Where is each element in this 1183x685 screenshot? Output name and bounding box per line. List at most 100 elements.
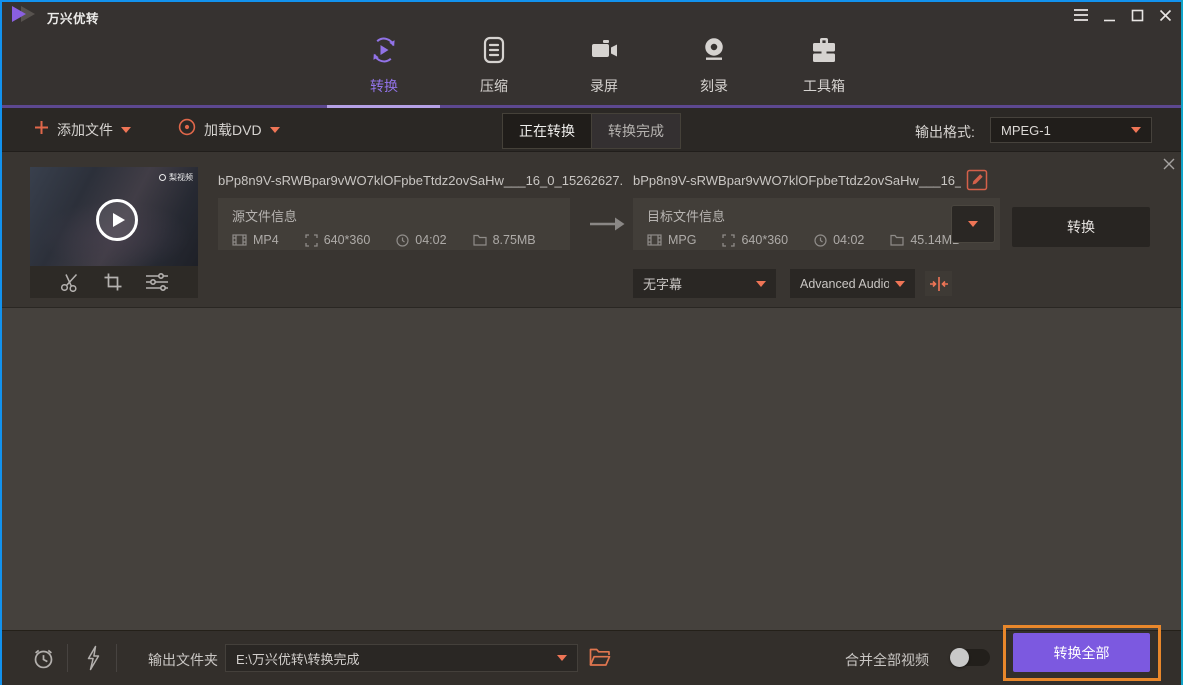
- target-size: 45.14MB: [890, 233, 960, 247]
- queue-tabs: 正在转换 转换完成: [502, 113, 681, 149]
- compress-icon: [478, 34, 510, 69]
- nav-tab-label: 刻录: [700, 78, 728, 94]
- nav-tab-burn[interactable]: 刻录: [682, 34, 746, 96]
- target-duration: 04:02: [814, 233, 864, 247]
- resolution-icon: [722, 233, 736, 247]
- folder-icon: [890, 234, 904, 246]
- chevron-down-icon: [269, 126, 280, 133]
- film-icon: [232, 234, 247, 246]
- nav-tab-label: 压缩: [480, 78, 508, 94]
- output-folder-label: 输出文件夹: [148, 652, 218, 668]
- source-info-box: 源文件信息 MP4 640*360 04:02 8.75MB: [218, 198, 570, 250]
- app-logo-icon: [12, 6, 42, 22]
- audio-value: Advanced Audio...: [800, 276, 889, 291]
- source-info-title: 源文件信息: [232, 209, 298, 224]
- target-info-title: 目标文件信息: [647, 209, 726, 224]
- source-format: MP4: [232, 233, 279, 247]
- burn-icon: [698, 34, 730, 69]
- divider: [67, 644, 68, 672]
- merge-toggle[interactable]: [950, 648, 990, 667]
- clock-icon: [396, 233, 409, 247]
- output-folder-path: E:\万兴优转\转换完成: [236, 651, 360, 667]
- maximize-button[interactable]: [1125, 4, 1149, 26]
- main-nav: 转换 压缩 录屏 刻录 工具箱: [0, 28, 1183, 105]
- close-button[interactable]: [1153, 4, 1177, 26]
- schedule-timer-icon[interactable]: [31, 646, 56, 676]
- folder-icon: [472, 234, 487, 246]
- nav-active-underline: [327, 105, 440, 108]
- source-filename: bPp8n9V-sRWBpar9vWO7klOFpbeTtdz2ovSaHw__…: [218, 173, 622, 188]
- app-title: 万兴优转: [47, 12, 100, 26]
- clock-icon: [814, 233, 827, 247]
- tab-converting[interactable]: 正在转换: [503, 114, 591, 148]
- play-button[interactable]: [96, 198, 138, 241]
- nav-tab-convert[interactable]: 转换: [352, 34, 416, 96]
- target-format: MPG: [647, 233, 696, 247]
- nav-tab-compress[interactable]: 压缩: [462, 34, 526, 96]
- open-folder-icon[interactable]: [589, 648, 611, 672]
- add-files-button[interactable]: 添加文件: [34, 108, 131, 151]
- target-filename: bPp8n9V-sRWBpar9vWO7klOFpbeTtdz2ovSaHw__…: [633, 173, 961, 188]
- plus-icon: [34, 120, 49, 140]
- merge-all-label: 合并全部视频: [845, 652, 929, 668]
- remove-file-icon[interactable]: [1160, 155, 1178, 173]
- uniconverter-window: 万兴优转 转换 压缩 录屏 刻录 工具箱 添加文件 加载DVD 正在转换 转换完…: [0, 0, 1183, 685]
- footer-bar: 输出文件夹 E:\万兴优转\转换完成 合并全部视频: [0, 630, 1183, 685]
- resolution-icon: [305, 233, 318, 247]
- titlebar: 万兴优转: [0, 0, 1183, 28]
- source-size: 8.75MB: [472, 233, 536, 247]
- convert-all-button[interactable]: 转换全部: [1013, 633, 1150, 672]
- file-row: 梨视频 bPp8n9V-sRWBpar9vWO7klOFpbeTtdz2ovSa…: [0, 152, 1183, 308]
- toolbox-icon: [808, 34, 840, 69]
- divider: [116, 644, 117, 672]
- subtitle-dropdown[interactable]: 无字幕: [633, 269, 776, 298]
- menu-icon[interactable]: [1069, 4, 1093, 26]
- nav-tab-label: 转换: [370, 78, 398, 94]
- convert-icon: [368, 34, 400, 69]
- source-resolution: 640*360: [305, 233, 370, 247]
- tab-finished[interactable]: 转换完成: [591, 114, 680, 148]
- subtitle-value: 无字幕: [643, 277, 683, 292]
- arrow-right-icon: [588, 216, 626, 237]
- output-format-select[interactable]: MPEG-1: [990, 117, 1152, 143]
- window-controls: [1069, 3, 1177, 27]
- merge-tracks-icon[interactable]: [925, 271, 952, 296]
- trim-scissors-icon[interactable]: [59, 272, 81, 292]
- file-list-empty-area: [0, 308, 1183, 630]
- effects-sliders-icon[interactable]: [145, 272, 169, 292]
- nav-tab-toolbox[interactable]: 工具箱: [792, 34, 856, 96]
- load-dvd-button[interactable]: 加载DVD: [178, 108, 280, 151]
- target-settings-dropdown[interactable]: [951, 205, 995, 243]
- load-dvd-label: 加载DVD: [204, 121, 262, 138]
- window-border-left: [0, 0, 2, 685]
- audio-track-dropdown[interactable]: Advanced Audio...: [790, 269, 915, 298]
- toolbar: 添加文件 加载DVD 正在转换 转换完成 输出格式: MPEG-1: [0, 108, 1183, 152]
- film-icon: [647, 234, 662, 246]
- watermark-text: 梨视频: [169, 173, 193, 182]
- nav-tab-label: 录屏: [590, 78, 618, 94]
- output-format-label: 输出格式:: [915, 124, 975, 140]
- chevron-down-icon: [557, 655, 567, 661]
- video-thumbnail: 梨视频: [30, 167, 198, 266]
- minimize-button[interactable]: [1097, 4, 1121, 26]
- convert-button[interactable]: 转换: [1012, 207, 1150, 247]
- target-info-box: 目标文件信息 MPG 640*360 04:02 45.14MB: [633, 198, 1000, 250]
- target-resolution: 640*360: [722, 233, 788, 247]
- chevron-down-icon: [121, 126, 131, 133]
- nav-underline: [0, 105, 1183, 108]
- chevron-down-icon: [895, 280, 905, 287]
- video-thumbnail-card: 梨视频: [30, 167, 198, 298]
- screen-record-icon: [588, 34, 620, 69]
- high-speed-icon[interactable]: [85, 645, 101, 676]
- rename-edit-icon[interactable]: [966, 169, 988, 196]
- chevron-down-icon: [968, 221, 978, 227]
- nav-tab-screen-record[interactable]: 录屏: [572, 34, 636, 96]
- clip-tools: [30, 266, 198, 298]
- watermark: 梨视频: [159, 172, 193, 183]
- crop-icon[interactable]: [103, 272, 123, 292]
- toggle-knob: [950, 648, 969, 667]
- add-files-label: 添加文件: [57, 121, 113, 138]
- chevron-down-icon: [756, 280, 766, 287]
- output-folder-select[interactable]: E:\万兴优转\转换完成: [225, 644, 578, 672]
- output-format-value: MPEG-1: [1001, 122, 1051, 138]
